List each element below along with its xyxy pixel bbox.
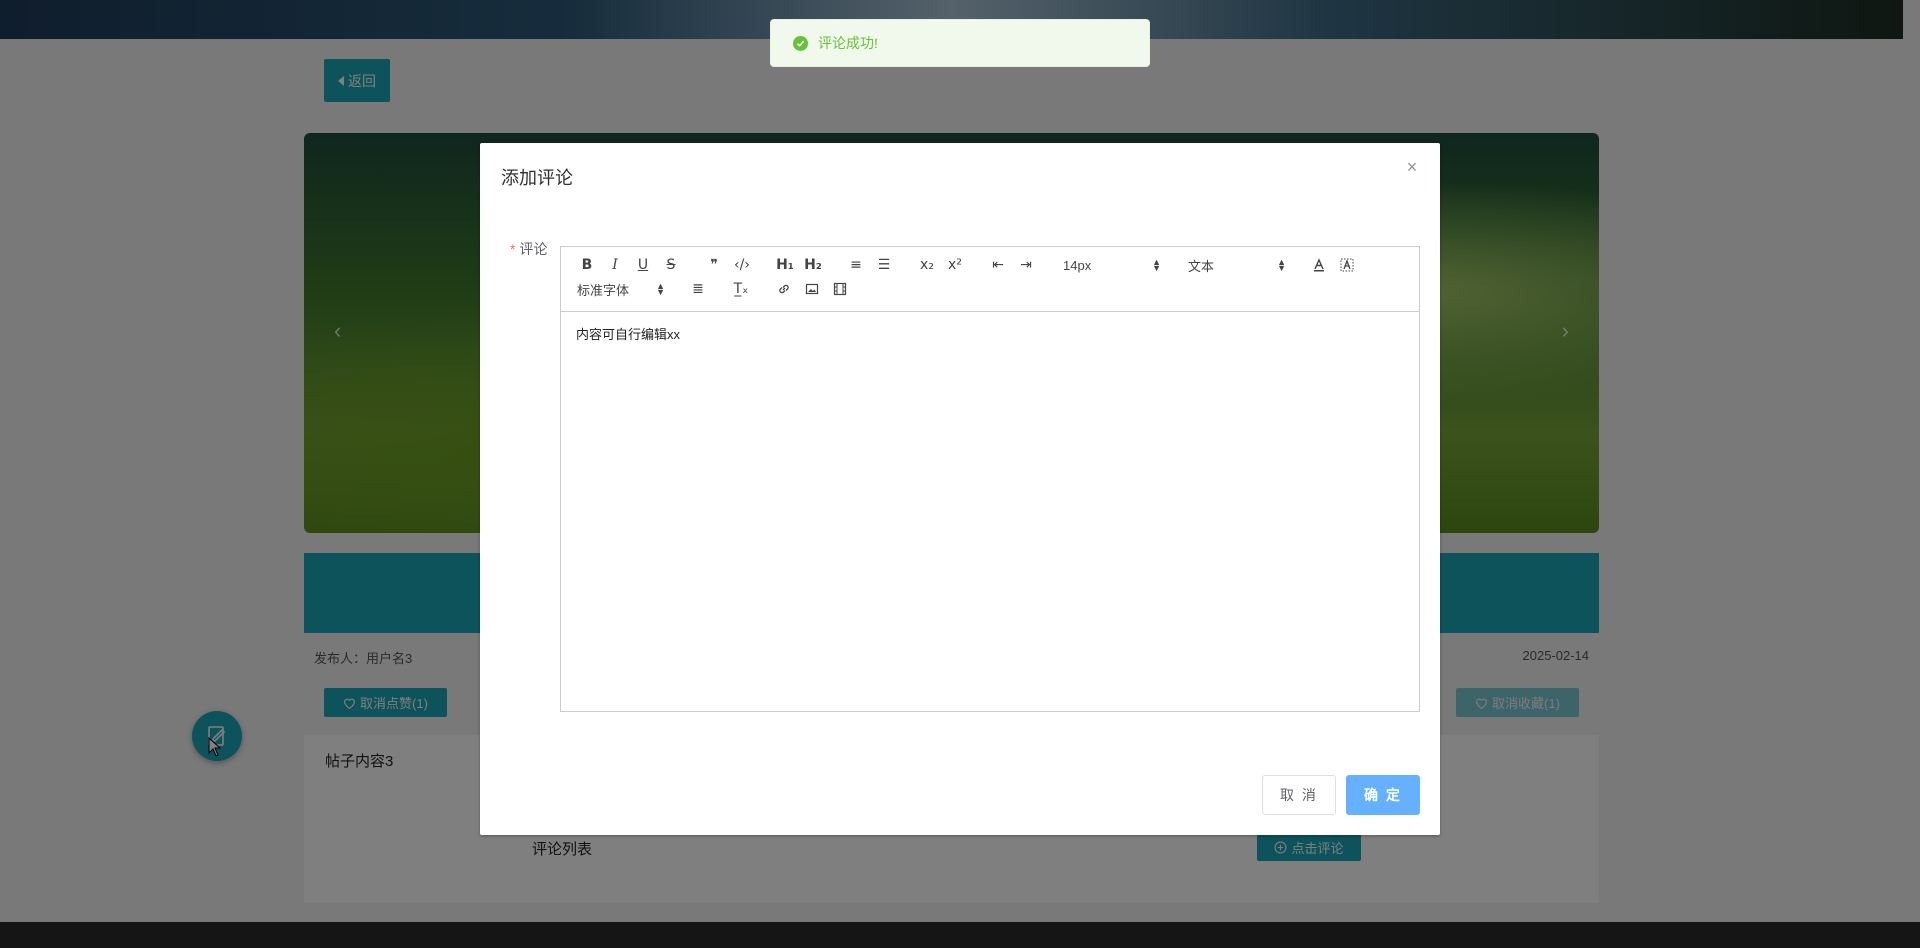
background-color-icon[interactable] <box>1333 255 1361 275</box>
image-icon[interactable] <box>798 279 826 299</box>
align-button[interactable]: ≣ <box>684 279 712 299</box>
font-family-value: 标准字体 <box>577 282 630 298</box>
list-group: ≡ ☰ <box>842 255 898 275</box>
select-arrows-icon: ▲ ▼ <box>1277 257 1286 273</box>
align-group: ≣ <box>684 279 712 299</box>
script-group: x₂ x² <box>913 255 969 275</box>
header-select[interactable]: 文本 ▲ ▼ <box>1180 255 1290 275</box>
header-group: H₁ H₂ <box>771 255 827 275</box>
editor-content-area[interactable]: 内容可自行编辑xx <box>560 312 1420 712</box>
bold-button[interactable]: B <box>573 255 601 275</box>
text-color-icon[interactable] <box>1305 255 1333 275</box>
italic-button[interactable]: I <box>601 255 629 275</box>
editor-content-text: 内容可自行编辑xx <box>576 327 681 342</box>
confirm-button[interactable]: 确 定 <box>1346 775 1420 815</box>
font-family-select[interactable]: 标准字体 ▲ ▼ <box>569 279 669 299</box>
success-toast: 评论成功! <box>770 19 1150 67</box>
format-group: B I U S <box>573 255 685 275</box>
block-group: ❞ ‹/› <box>700 255 756 275</box>
outdent-button[interactable]: ⇤ <box>984 255 1012 275</box>
header-value: 文本 <box>1188 258 1215 274</box>
editor-toolbar: B I U S ❞ ‹/› H₁ H₂ ≡ ☰ x₂ x² ⇤ ⇥ 14px ▲… <box>560 246 1420 312</box>
toast-message: 评论成功! <box>818 35 878 51</box>
indent-group: ⇤ ⇥ <box>984 255 1040 275</box>
indent-button[interactable]: ⇥ <box>1012 255 1040 275</box>
underline-button[interactable]: U <box>629 255 657 275</box>
superscript-button[interactable]: x² <box>941 255 969 275</box>
color-group <box>1305 255 1361 275</box>
rich-text-editor: B I U S ❞ ‹/› H₁ H₂ ≡ ☰ x₂ x² ⇤ ⇥ 14px ▲… <box>560 246 1420 856</box>
h1-button[interactable]: H₁ <box>771 255 799 275</box>
blockquote-button[interactable]: ❞ <box>700 255 728 275</box>
clean-group: T̲ₓ <box>727 279 755 299</box>
clear-format-button[interactable]: T̲ₓ <box>727 279 755 299</box>
select-arrows-icon: ▲ ▼ <box>1152 257 1161 273</box>
select-arrows-icon: ▲ ▼ <box>656 281 665 297</box>
ordered-list-button[interactable]: ≡ <box>842 255 870 275</box>
subscript-button[interactable]: x₂ <box>913 255 941 275</box>
bullet-list-button[interactable]: ☰ <box>870 255 898 275</box>
h2-button[interactable]: H₂ <box>799 255 827 275</box>
comment-field-label: * 评论 <box>510 239 547 259</box>
dialog-title: 添加评论 <box>501 168 573 188</box>
required-mark: * <box>510 241 516 257</box>
add-comment-dialog: 添加评论 × * 评论 B I U S ❞ ‹/› H₁ H₂ ≡ ☰ x₂ x… <box>480 143 1440 835</box>
check-circle-icon <box>793 35 808 51</box>
close-icon[interactable]: × <box>1404 158 1420 176</box>
cancel-button[interactable]: 取 消 <box>1262 775 1336 815</box>
video-icon[interactable] <box>826 279 854 299</box>
comment-label-text: 评论 <box>519 241 548 257</box>
code-block-button[interactable]: ‹/› <box>728 255 756 275</box>
font-size-value: 14px <box>1063 257 1092 273</box>
media-group <box>770 279 854 299</box>
link-icon[interactable] <box>770 279 798 299</box>
font-size-select[interactable]: 14px ▲ ▼ <box>1055 255 1165 275</box>
strike-button[interactable]: S <box>657 255 685 275</box>
